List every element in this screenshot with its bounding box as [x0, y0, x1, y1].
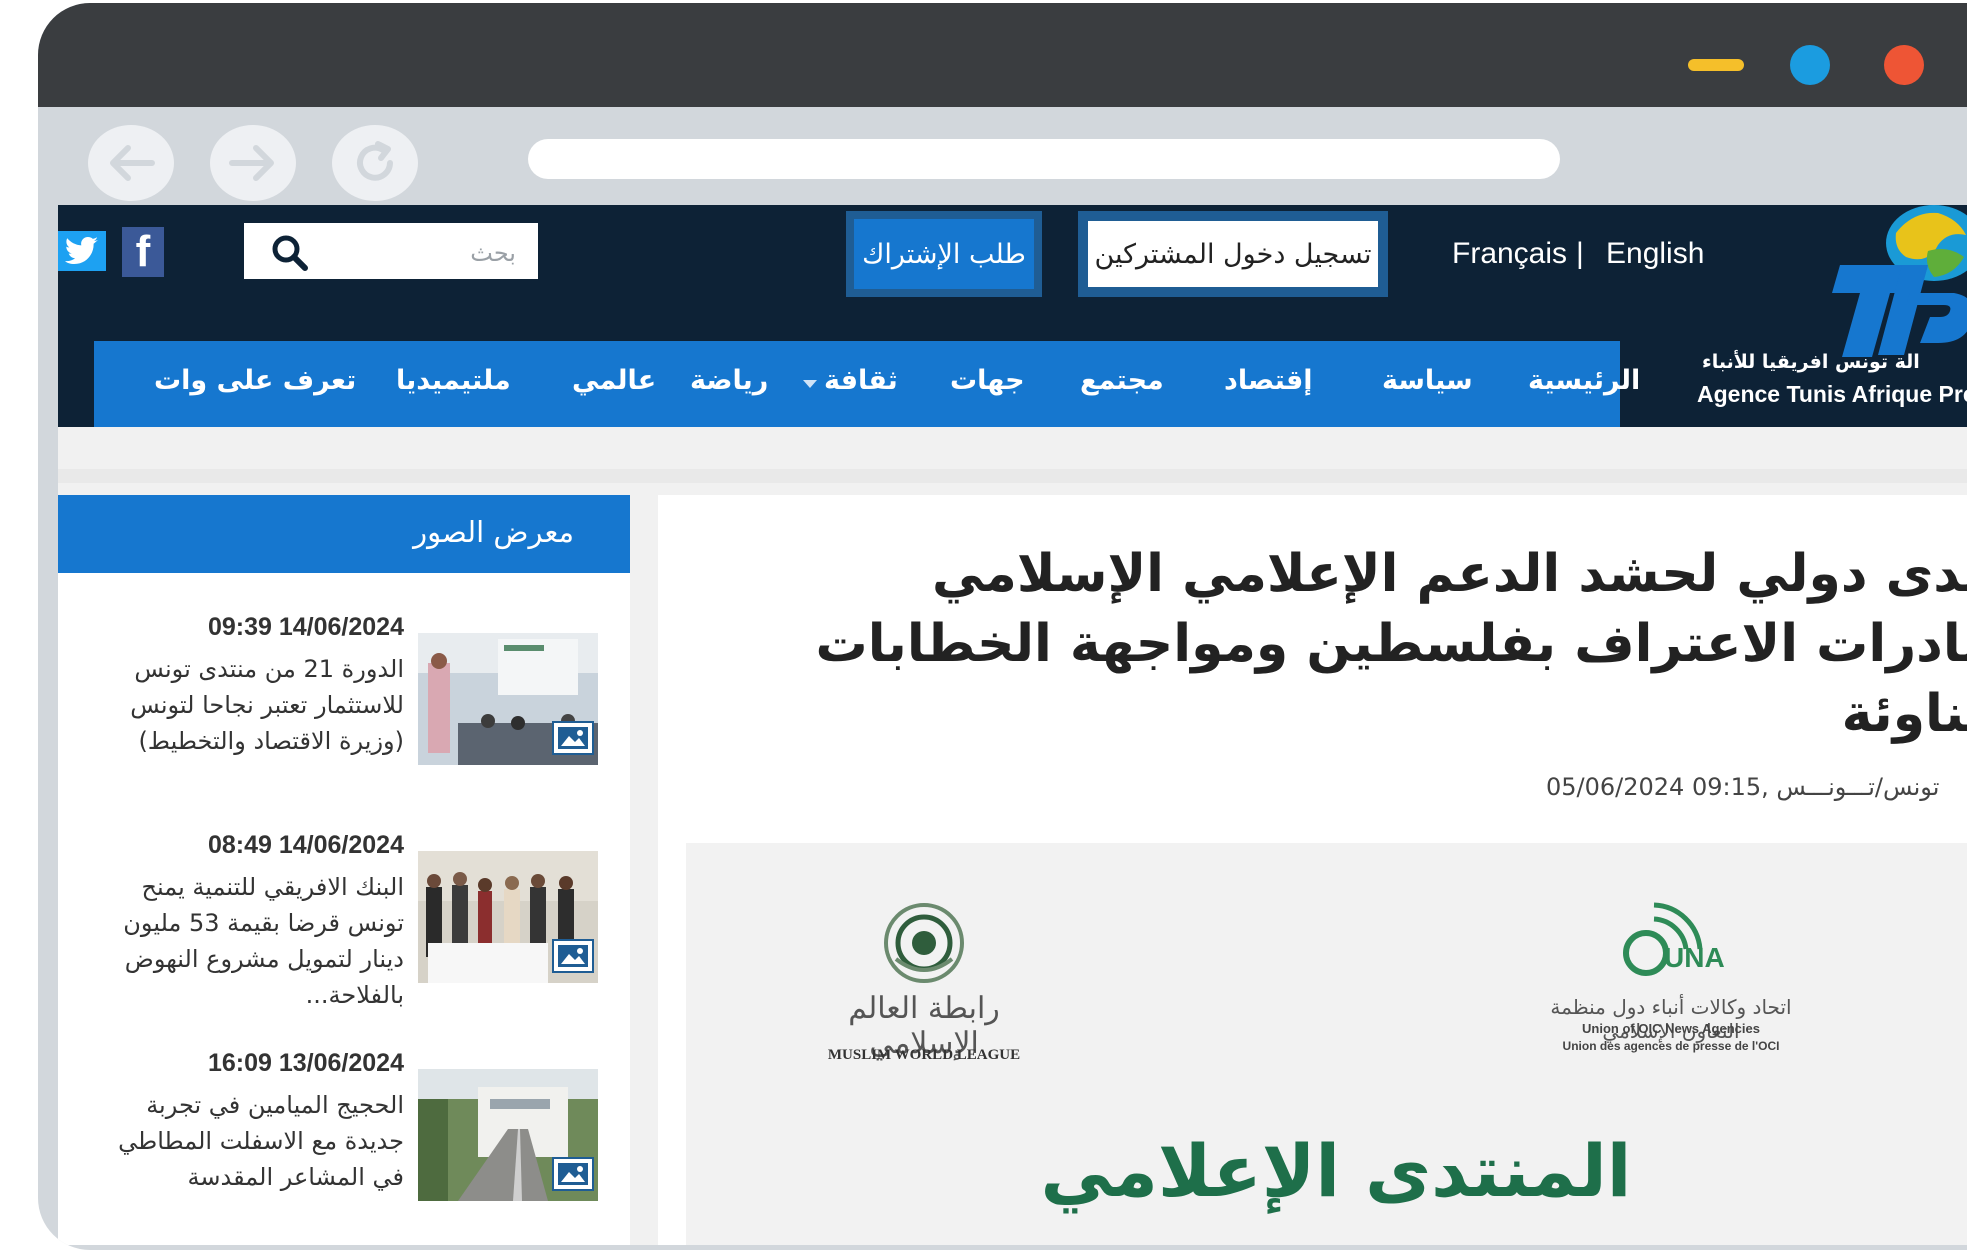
article-image: UNA اتحاد وكالات أنباء دول منظمة التعاون…	[686, 843, 1967, 1245]
search-input[interactable]: بحث	[470, 239, 516, 267]
menu-item-multimedia[interactable]: ملتيميديا	[396, 365, 511, 396]
sidebar-header: معرض الصور	[58, 495, 630, 573]
gallery-item-date: 08:49 14/06/2024	[207, 831, 404, 859]
menu-item-home[interactable]: الرئيسية	[1528, 365, 1640, 396]
image-icon	[552, 721, 594, 755]
subscriber-login-label: تسجيل دخول المشتركين	[1088, 221, 1378, 287]
facebook-icon: f	[135, 227, 151, 276]
close-button[interactable]	[1884, 45, 1924, 85]
sidebar-title: معرض الصور	[413, 515, 574, 549]
search-icon[interactable]	[270, 233, 310, 273]
menu-item-sports[interactable]: رياضة	[690, 365, 768, 396]
arrow-left-icon	[110, 145, 155, 181]
main-menu: الرئيسية سياسة إقتصاد مجتمع جهات ثقافة ر…	[94, 341, 1640, 427]
lang-separator: |	[1576, 237, 1584, 270]
logo-english-text: Agence Tunis Afrique Pres	[1697, 381, 1967, 407]
menu-item-politics[interactable]: سياسة	[1382, 365, 1473, 396]
una-french-name: Union des agences de presse de l'OCI	[1562, 1039, 1780, 1053]
image-icon	[552, 1157, 594, 1191]
title-bar	[38, 3, 1967, 107]
article-dateline: 05/06/2024 09:15, تونس/تـــونـــس	[1546, 773, 1940, 801]
gallery-thumbnail[interactable]	[418, 851, 598, 983]
back-button[interactable]	[88, 125, 174, 201]
twitter-link[interactable]	[58, 231, 106, 271]
forum-title: المنتدى الإعلامي	[1040, 1129, 1632, 1213]
image-icon	[552, 939, 594, 973]
lang-english-link[interactable]: English	[1606, 237, 1704, 271]
address-bar-area	[38, 107, 1967, 205]
una-wordmark: UNA	[1664, 942, 1725, 973]
search-box[interactable]: بحث	[244, 223, 538, 279]
gallery-thumbnail[interactable]	[418, 1069, 598, 1201]
subscriber-login-button[interactable]: تسجيل دخول المشتركين	[1078, 211, 1388, 297]
menu-item-about[interactable]: تعرف على وات	[154, 365, 356, 396]
site-header: f بحث طلب الإشتراك تسجيل دخول المشتركين …	[58, 205, 1967, 427]
gallery-item-date: 16:09 13/06/2024	[207, 1049, 404, 1077]
gallery-item-title[interactable]: الحجيج الميامين في تجربة جديدة مع الاسفل…	[84, 1087, 404, 1195]
mwl-english-name: MUSLIM WORLD LEAGUE	[827, 1047, 1021, 1063]
gallery-thumbnail[interactable]	[418, 633, 598, 765]
divider-strip	[58, 469, 1967, 483]
mwl-emblem-icon	[884, 903, 964, 983]
maximize-button[interactable]	[1790, 45, 1830, 85]
menu-item-society[interactable]: مجتمع	[1080, 365, 1164, 396]
subscribe-button[interactable]: طلب الإشتراك	[846, 211, 1042, 297]
gallery-item-title[interactable]: البنك الافريقي للتنمية يمنح تونس قرضا بق…	[84, 869, 404, 1013]
forward-button[interactable]	[210, 125, 296, 201]
reload-button[interactable]	[332, 125, 418, 201]
subscribe-button-label: طلب الإشتراك	[854, 219, 1034, 289]
url-bar[interactable]	[528, 139, 1560, 179]
logo-arabic-text: الة تونس افريقيا للأنباء	[1702, 351, 1920, 373]
twitter-icon	[65, 237, 98, 264]
minimize-button[interactable]	[1688, 59, 1744, 71]
article-main: منتدى دولي لحشد الدعم الإعلامي الإسلامي …	[658, 495, 1967, 1245]
menu-item-regions[interactable]: جهات	[950, 365, 1025, 396]
menu-item-world[interactable]: عالمي	[572, 365, 656, 396]
browser-window: f بحث طلب الإشتراك تسجيل دخول المشتركين …	[38, 3, 1967, 1250]
chevron-down-icon	[803, 380, 817, 388]
lang-french-link[interactable]: Français	[1452, 237, 1567, 271]
web-page: f بحث طلب الإشتراك تسجيل دخول المشتركين …	[58, 205, 1967, 1245]
gallery-item-title[interactable]: الدورة 21 من منتدى تونس للاستثمار تعتبر …	[84, 651, 404, 759]
photo-gallery-sidebar: معرض الصور 09:39 14/06/2024 الدورة 21 من…	[58, 495, 630, 1245]
menu-item-culture[interactable]: ثقافة	[824, 365, 898, 396]
menu-item-economy[interactable]: إقتصاد	[1224, 365, 1313, 396]
facebook-link[interactable]: f	[122, 227, 164, 277]
arrow-right-icon	[229, 145, 274, 181]
article-headline: منتدى دولي لحشد الدعم الإعلامي الإسلامي …	[815, 544, 1967, 744]
una-english-name: Union of OIC News Agencies	[1582, 1021, 1760, 1036]
gallery-item-date: 09:39 14/06/2024	[207, 613, 404, 641]
reload-icon	[357, 141, 393, 181]
